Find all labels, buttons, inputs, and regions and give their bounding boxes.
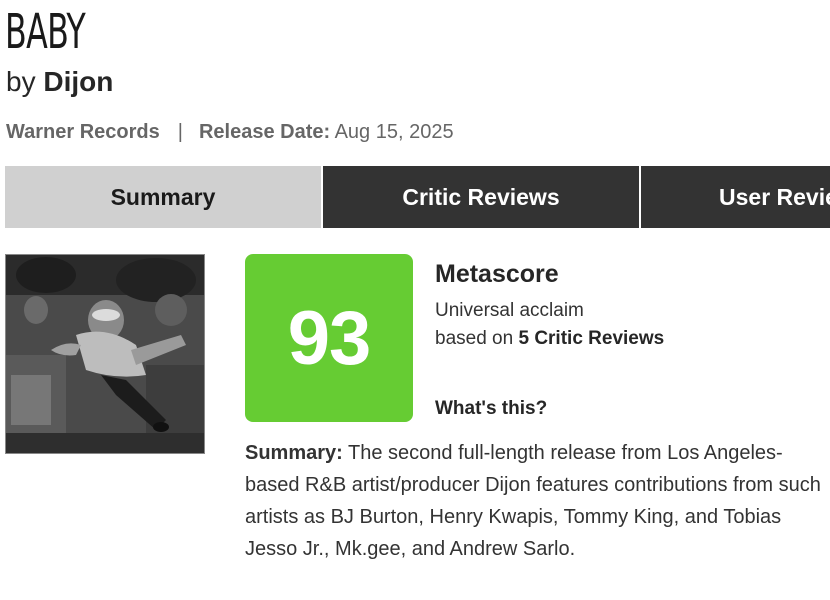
tab-critic-reviews[interactable]: Critic Reviews [323, 166, 639, 228]
release-date: Aug 15, 2025 [334, 121, 454, 143]
whats-this-link[interactable]: What's this? [435, 396, 547, 422]
metascore-acclaim: Universal acclaim [435, 300, 584, 321]
artist-link[interactable]: Dijon [43, 66, 113, 97]
meta-separator: | [177, 121, 183, 143]
by-prefix: by [6, 66, 36, 97]
based-on-prefix: based on [435, 328, 514, 349]
tab-user-reviews[interactable]: User Reviews [641, 166, 830, 228]
release-meta: Warner Records | Release Date: Aug 15, 202… [6, 118, 454, 146]
record-label: Warner Records [6, 121, 160, 143]
section-tabs: Summary Critic Reviews User Reviews [5, 166, 830, 228]
byline: by Dijon [6, 64, 113, 100]
album-cover-image[interactable] [5, 254, 205, 454]
summary-label: Summary: [245, 442, 343, 464]
metascore-badge[interactable]: 93 [245, 254, 413, 422]
album-summary: Summary: The second full-length release … [245, 437, 825, 565]
tab-summary[interactable]: Summary [5, 166, 321, 228]
metascore-title: Metascore [435, 260, 559, 288]
critic-review-count-link[interactable]: 5 Critic Reviews [518, 328, 664, 349]
metascore-based-on: based on 5 Critic Reviews [435, 326, 664, 352]
album-title: BABY [5, 4, 86, 60]
release-date-label: Release Date: [198, 121, 331, 143]
album-cover-photo [6, 255, 204, 453]
